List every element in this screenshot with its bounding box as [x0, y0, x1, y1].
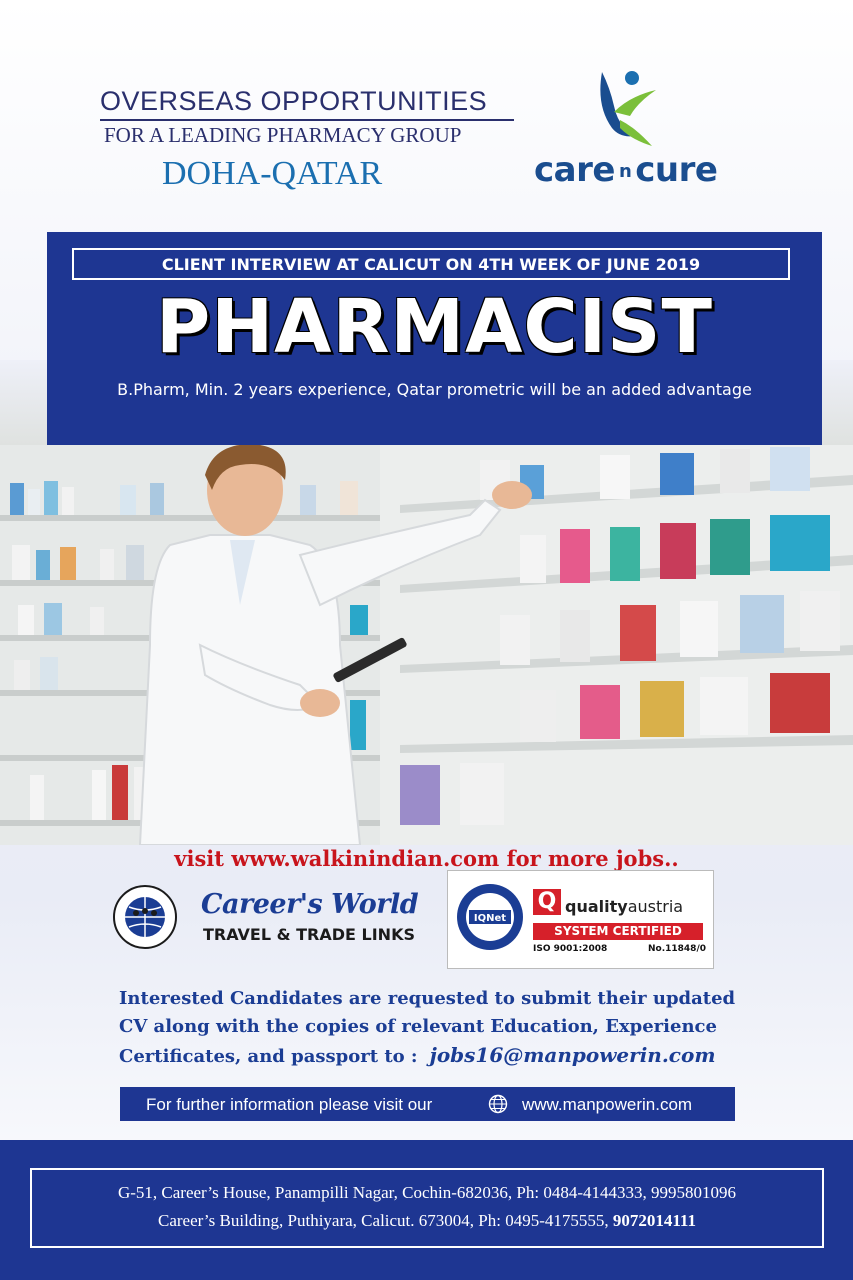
footer-phone-bold[interactable]: 9072014111 [613, 1211, 696, 1230]
instructions-line-1: Interested Candidates are requested to s… [119, 988, 736, 1009]
further-info-bar: For further information please visit our… [120, 1087, 735, 1121]
headline-pharmacy-group: FOR A LEADING PHARMACY GROUP [104, 123, 462, 147]
footer-address-cochin: G-51, Career’s House, Panampilli Nagar, … [117, 1183, 736, 1202]
further-info-text: For further information please visit our [146, 1095, 433, 1114]
quality-austria-rest: austria [627, 897, 684, 916]
pharmacy-scene-illustration [0, 445, 853, 845]
application-instructions: Interested Candidates are requested to s… [119, 985, 779, 1071]
care-n-cure-logo-icon [600, 71, 656, 146]
interview-notice: CLIENT INTERVIEW AT CALICUT ON 4TH WEEK … [72, 248, 790, 280]
instructions-line-3-wrap: Certificates, and passport to : jobs16@ma… [119, 1041, 779, 1071]
quality-austria-q-icon: Q [533, 889, 561, 915]
footer-address-box [30, 1168, 824, 1248]
quality-austria-bold: quality [565, 897, 628, 916]
job-title: PHARMACIST [156, 284, 713, 370]
careers-world-name: Career's World [201, 889, 419, 920]
globe-icon [488, 1094, 508, 1114]
iso-standard: ISO 9001:2008 [533, 944, 608, 954]
iqnet-seal-label: IQNet [474, 913, 506, 924]
instructions-line-2: CV along with the copies of relevant Edu… [119, 1016, 717, 1037]
application-email-link[interactable]: jobs16@manpowerin.com [430, 1043, 716, 1067]
headline-overseas: OVERSEAS OPPORTUNITIES [100, 86, 488, 116]
headline-divider [100, 119, 514, 121]
pharmacy-photo [0, 445, 853, 845]
iqnet-certified-seal-icon: IQNet [457, 884, 523, 950]
system-certified-badge: SYSTEM CERTIFIED [533, 923, 703, 940]
visit-walkinindian-link[interactable]: visit www.walkinindian.com for more jobs… [0, 846, 853, 871]
job-requirements: B.Pharm, Min. 2 years experience, Qatar … [117, 380, 752, 399]
logo-word-cure: cure [635, 150, 718, 190]
headline-location: DOHA-QATAR [162, 155, 383, 192]
footer-address-calicut-wrap: Career’s Building, Puthiyara, Calicut. 6… [30, 1211, 824, 1231]
careers-world-globe-icon [113, 885, 177, 949]
instructions-line-3: Certificates, and passport to : [119, 1046, 418, 1067]
careers-world-tagline: TRAVEL & TRADE LINKS [203, 925, 415, 944]
quality-austria-name: qualityaustria [565, 897, 683, 916]
manpowerin-website-link[interactable]: www.manpowerin.com [522, 1095, 692, 1115]
logo-word-n: n [618, 161, 632, 182]
certificate-number: No.11848/0 [648, 944, 706, 954]
logo-word-care: care [534, 150, 615, 190]
footer-address-calicut: Career’s Building, Puthiyara, Calicut. 6… [158, 1211, 609, 1230]
care-n-cure-logo-text: care n cure [534, 150, 718, 190]
